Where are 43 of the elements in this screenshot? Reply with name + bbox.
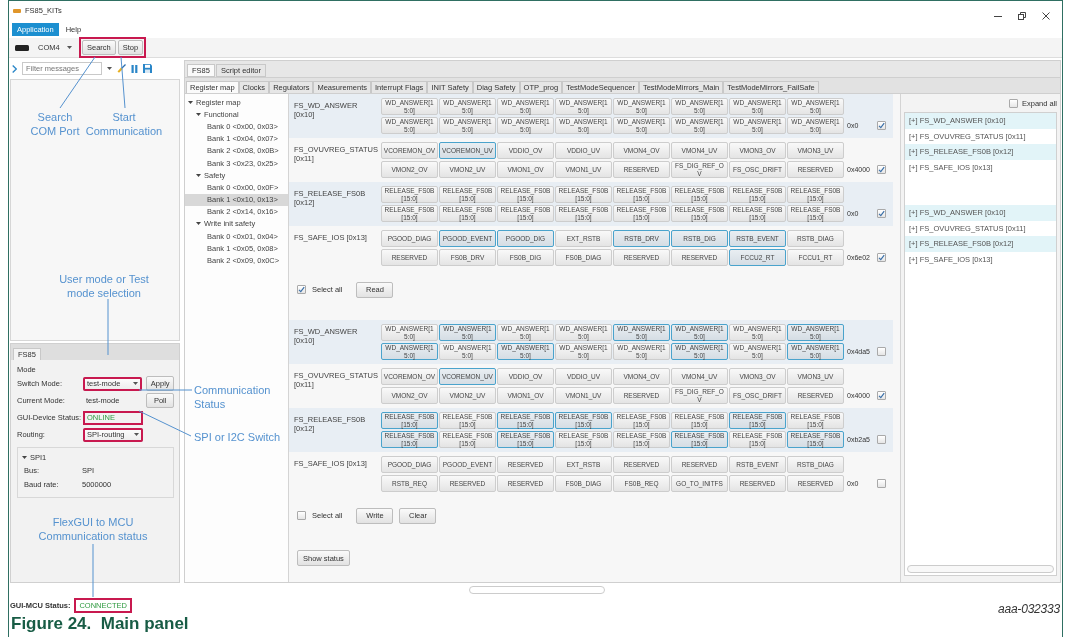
- figure-id: aaa-032333: [997, 602, 1060, 616]
- checkbox[interactable]: [877, 347, 886, 356]
- checkbox[interactable]: [877, 165, 886, 174]
- checkbox[interactable]: [877, 435, 886, 444]
- leader-line: [138, 410, 192, 437]
- expand-arrow-icon[interactable]: [188, 99, 193, 105]
- expand-arrow-icon[interactable]: [196, 111, 201, 117]
- checkbox[interactable]: [1008, 98, 1018, 108]
- app-icon: [13, 8, 21, 13]
- checkbox[interactable]: [877, 121, 886, 130]
- broom-icon[interactable]: [117, 64, 126, 73]
- restore-icon[interactable]: [1018, 12, 1026, 20]
- leader-line: [92, 543, 94, 598]
- expand-arrow-icon[interactable]: [196, 172, 201, 178]
- leader-line: [120, 56, 126, 109]
- caret-icon: [133, 382, 139, 385]
- scrollbar[interactable]: [907, 565, 1054, 573]
- scrollbar[interactable]: [469, 586, 605, 594]
- leader-line: [107, 298, 109, 356]
- figure-caption: Figure 24. Main panel: [10, 613, 190, 633]
- checkbox[interactable]: [877, 209, 886, 218]
- checkbox[interactable]: [877, 253, 886, 262]
- checkbox[interactable]: [877, 391, 886, 400]
- chevron-icon[interactable]: [12, 64, 17, 73]
- callout-text: SPI or I2C Switch: [194, 430, 282, 444]
- expand-arrow-icon[interactable]: [22, 454, 27, 460]
- caret-icon: [134, 433, 139, 436]
- close-icon[interactable]: [1042, 12, 1050, 20]
- checkbox[interactable]: [297, 285, 306, 294]
- callout-text: Communication Status: [194, 383, 272, 411]
- checkbox[interactable]: [297, 511, 306, 520]
- device-icon: [15, 44, 29, 51]
- checkbox[interactable]: [877, 479, 886, 488]
- callout-text: Search COM Port: [29, 110, 81, 138]
- caret-icon[interactable]: [107, 67, 112, 70]
- leader-line: [138, 389, 193, 391]
- callout-text: User mode or Test mode selection: [58, 272, 150, 300]
- pause-icon[interactable]: [131, 64, 138, 73]
- caret-icon: [67, 46, 72, 49]
- callout-text: Start Communication: [84, 110, 164, 138]
- callout-text: FlexGUI to MCU Communication status: [37, 515, 149, 543]
- expand-arrow-icon[interactable]: [196, 221, 201, 227]
- save-icon[interactable]: [143, 64, 152, 73]
